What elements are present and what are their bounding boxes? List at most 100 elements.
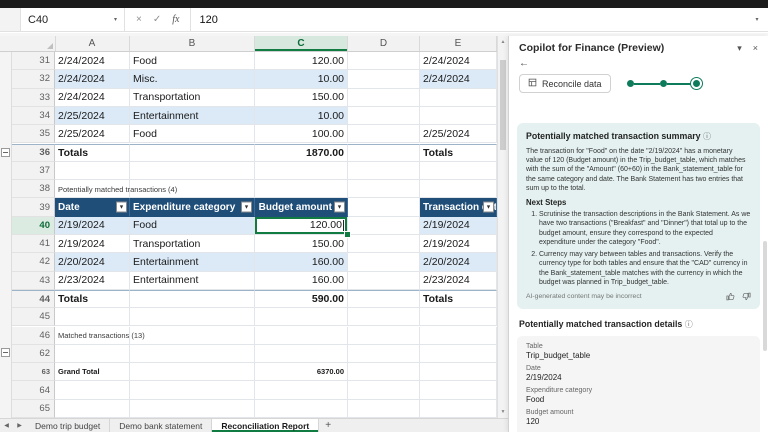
cell-B31[interactable]: Food — [130, 52, 255, 70]
cell-C46[interactable] — [255, 327, 348, 345]
row-header-44[interactable]: 44 — [12, 290, 55, 308]
cell-E65[interactable] — [420, 400, 497, 418]
cell-E63[interactable] — [420, 363, 497, 381]
cell-C40[interactable]: 120.00 — [255, 217, 348, 235]
cell-D62[interactable] — [348, 345, 420, 363]
cell-B46[interactable] — [130, 327, 255, 345]
cell-B62[interactable] — [130, 345, 255, 363]
cell-A45[interactable] — [55, 308, 130, 326]
column-header-A[interactable]: A — [55, 36, 130, 51]
row-header-63[interactable]: 63 — [12, 363, 55, 381]
chevron-down-icon[interactable]: ▾ — [114, 16, 117, 23]
cell-C65[interactable] — [255, 400, 348, 418]
row-header-62[interactable]: 62 — [12, 345, 55, 363]
row-header-40[interactable]: 40 — [12, 217, 55, 235]
column-header-B[interactable]: B — [130, 36, 255, 51]
cell-A37[interactable] — [55, 162, 130, 180]
cell-A44[interactable]: Totals — [55, 290, 130, 308]
cell-A41[interactable]: 2/19/2024 — [55, 235, 130, 253]
cell-C42[interactable]: 160.00 — [255, 253, 348, 271]
cell-B38[interactable] — [130, 180, 255, 198]
cell-A63[interactable]: Grand Total — [55, 363, 130, 381]
cell-B39[interactable]: Expenditure category▾ — [130, 198, 255, 216]
info-icon[interactable]: ⓘ — [685, 320, 693, 329]
cell-D63[interactable] — [348, 363, 420, 381]
cell-A38[interactable] — [55, 180, 130, 198]
cell-B65[interactable] — [130, 400, 255, 418]
cell-B35[interactable]: Food — [130, 125, 255, 143]
row-header-39[interactable]: 39 — [12, 198, 55, 216]
cell-A35[interactable]: 2/25/2024 — [55, 125, 130, 143]
cell-E44[interactable]: Totals — [420, 290, 497, 308]
scroll-down-icon[interactable]: ▼ — [498, 407, 508, 417]
scrollbar-thumb[interactable] — [500, 60, 506, 150]
row-header-38[interactable]: 38 — [12, 180, 55, 198]
cell-C38[interactable] — [255, 180, 348, 198]
cell-D36[interactable] — [348, 144, 420, 162]
cell-C34[interactable]: 10.00 — [255, 107, 348, 125]
cell-C64[interactable] — [255, 381, 348, 399]
cell-D37[interactable] — [348, 162, 420, 180]
info-icon[interactable]: ⓘ — [703, 132, 711, 141]
cell-C45[interactable] — [255, 308, 348, 326]
back-icon[interactable]: ← — [519, 58, 529, 69]
cell-C62[interactable] — [255, 345, 348, 363]
sheet-grid[interactable]: 312/24/2024Food120.002/24/2024322/24/202… — [12, 52, 497, 418]
cell-C43[interactable]: 160.00 — [255, 272, 348, 290]
row-header-42[interactable]: 42 — [12, 253, 55, 271]
cell-D31[interactable] — [348, 52, 420, 70]
column-header-D[interactable]: D — [348, 36, 420, 51]
tab-nav-right-icon[interactable]: ▶ — [13, 419, 26, 432]
cell-D32[interactable] — [348, 70, 420, 88]
filter-icon[interactable]: ▾ — [483, 202, 494, 213]
panel-close-icon[interactable]: × — [753, 43, 758, 53]
cell-C44[interactable]: 590.00 — [255, 290, 348, 308]
cell-D35[interactable] — [348, 125, 420, 143]
cell-D40[interactable] — [348, 217, 420, 235]
reconcile-data-chip[interactable]: Reconcile data — [519, 74, 611, 93]
cell-D46[interactable] — [348, 327, 420, 345]
panel-collapse-icon[interactable]: ▾ — [737, 43, 742, 54]
row-header-64[interactable]: 64 — [12, 381, 55, 399]
cell-C35[interactable]: 100.00 — [255, 125, 348, 143]
cell-D65[interactable] — [348, 400, 420, 418]
column-header-E[interactable]: E — [420, 36, 497, 51]
cell-E37[interactable] — [420, 162, 497, 180]
sheet-tab-demo-bank-statement[interactable]: Demo bank statement — [110, 419, 212, 432]
cell-B44[interactable] — [130, 290, 255, 308]
cell-B33[interactable]: Transportation — [130, 89, 255, 107]
cell-C32[interactable]: 10.00 — [255, 70, 348, 88]
cell-C36[interactable]: 1870.00 — [255, 144, 348, 162]
row-header-33[interactable]: 33 — [12, 89, 55, 107]
cell-B32[interactable]: Misc. — [130, 70, 255, 88]
row-header-43[interactable]: 43 — [12, 272, 55, 290]
cell-D34[interactable] — [348, 107, 420, 125]
add-sheet-button[interactable]: + — [319, 419, 337, 432]
cell-B64[interactable] — [130, 381, 255, 399]
cell-C31[interactable]: 120.00 — [255, 52, 348, 70]
cell-A42[interactable]: 2/20/2024 — [55, 253, 130, 271]
cell-D43[interactable] — [348, 272, 420, 290]
cell-E45[interactable] — [420, 308, 497, 326]
cell-B43[interactable]: Entertainment — [130, 272, 255, 290]
cancel-icon[interactable]: × — [136, 15, 142, 25]
filter-icon[interactable]: ▾ — [116, 202, 127, 213]
cell-E38[interactable] — [420, 180, 497, 198]
cell-B37[interactable] — [130, 162, 255, 180]
fx-icon[interactable]: fx — [172, 15, 179, 25]
cell-B41[interactable]: Transportation — [130, 235, 255, 253]
row-header-36[interactable]: 36 — [12, 144, 55, 162]
cell-B40[interactable]: Food — [130, 217, 255, 235]
cell-C41[interactable]: 150.00 — [255, 235, 348, 253]
scroll-up-icon[interactable]: ▲ — [498, 37, 508, 47]
cell-A40[interactable]: 2/19/2024 — [55, 217, 130, 235]
outline-collapse-button[interactable] — [1, 148, 10, 157]
cell-E39[interactable]: Transaction date▾ — [420, 198, 497, 216]
row-header-41[interactable]: 41 — [12, 235, 55, 253]
cell-E40[interactable]: 2/19/2024 — [420, 217, 497, 235]
cell-C37[interactable] — [255, 162, 348, 180]
cell-A34[interactable]: 2/25/2024 — [55, 107, 130, 125]
row-header-46[interactable]: 46 — [12, 327, 55, 345]
cell-D42[interactable] — [348, 253, 420, 271]
name-box[interactable]: C40 ▾ — [21, 8, 125, 31]
